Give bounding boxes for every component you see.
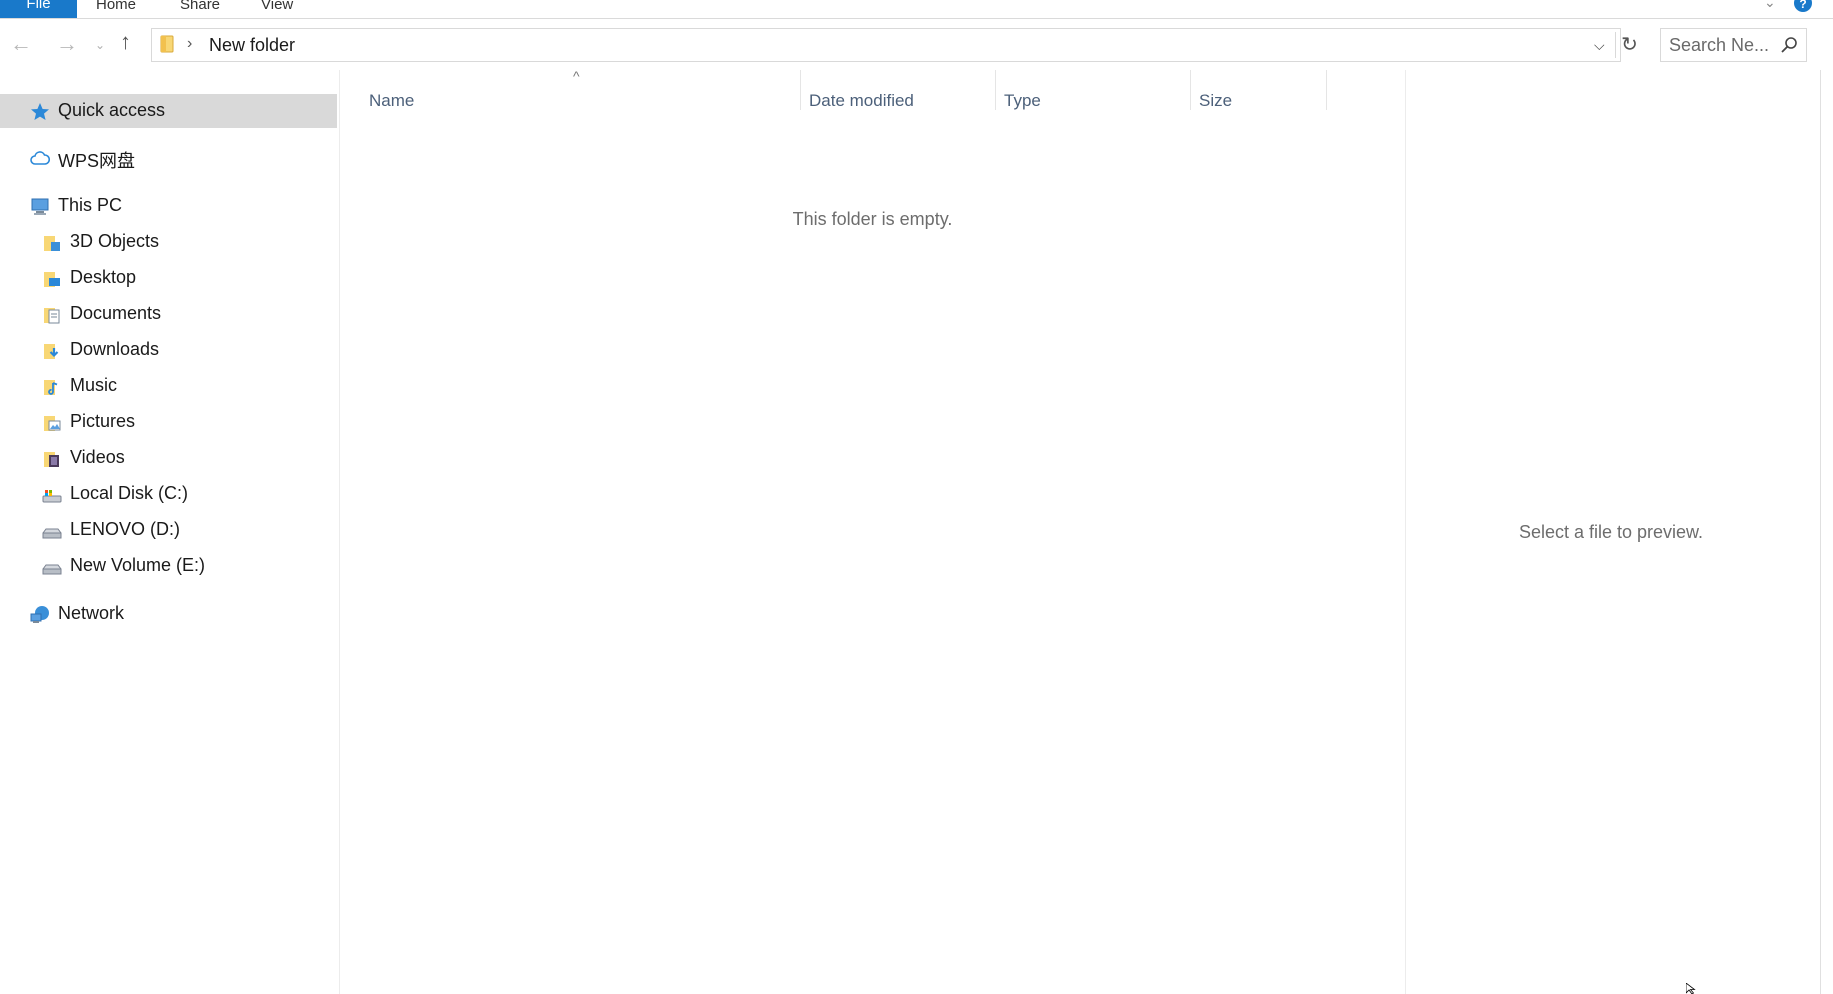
system-drive-icon [42,490,62,503]
sidebar-item-new-volume-e[interactable]: New Volume (E:) [0,549,337,583]
search-input[interactable] [1669,33,1777,57]
sidebar-item-quick-access[interactable]: Quick access [0,94,337,128]
refresh-icon[interactable]: ↻ [1615,32,1643,58]
sidebar-item-network[interactable]: Network [0,597,337,631]
column-header-size[interactable]: Size [1191,80,1326,112]
column-header-label: Name [369,91,415,110]
network-icon [30,606,49,623]
breadcrumb-chevron-icon[interactable]: › [187,35,192,53]
tab-share[interactable]: Share [180,0,220,18]
sidebar-item-local-disk-c[interactable]: Local Disk (C:) [0,477,337,511]
sidebar-item-desktop[interactable]: Desktop [0,261,337,295]
preview-pane: Select a file to preview. [1406,70,1816,994]
mouse-cursor-icon [1686,983,1696,994]
sidebar-item-label: 3D Objects [70,231,160,251]
cloud-icon [30,151,50,165]
column-separator[interactable] [1326,70,1327,110]
ribbon-expand-chevron-icon[interactable]: ⌄ [1764,0,1776,11]
3d-objects-folder-icon [44,236,60,251]
sidebar-item-label: Downloads [70,339,160,359]
music-folder-icon [44,380,58,395]
sidebar-item-videos[interactable]: Videos [0,441,337,475]
breadcrumb-current-folder[interactable]: New folder [209,35,295,56]
address-dropdown-chevron-icon[interactable]: ⌵ [1594,37,1605,54]
tab-file[interactable]: File [0,0,77,18]
sidebar-item-label: Local Disk (C:) [70,483,189,503]
up-arrow-icon[interactable]: ↑ [120,31,131,53]
sidebar-item-label: Network [58,603,125,623]
sidebar-item-this-pc[interactable]: This PC [0,189,337,223]
file-list-pane: ^ Name Date modified Type Size This fold… [340,68,1405,994]
address-bar[interactable]: › New folder ⌵ ↻ [151,28,1638,62]
back-arrow-icon[interactable]: ← [10,33,32,55]
sidebar-item-wps-cloud[interactable]: WPS网盘 [0,141,337,175]
sidebar-item-music[interactable]: Music [0,369,337,403]
sidebar-item-label: New Volume (E:) [70,555,206,575]
ribbon-tab-bar: File Home Share View ⌄ ? [0,0,1833,19]
column-header-date-modified[interactable]: Date modified [801,80,995,112]
sidebar-item-3d-objects[interactable]: 3D Objects [0,225,337,259]
sidebar-item-label: Desktop [70,267,137,287]
navigation-bar: ← → ⌄ ↑ › New folder ⌵ ↻ [0,19,1833,70]
computer-icon [31,198,49,215]
navigation-pane: Quick access WPS网盘 This PC 3D Objects De… [0,70,337,994]
sidebar-item-label: Videos [70,447,125,467]
column-header-type[interactable]: Type [996,80,1190,112]
recent-locations-chevron-icon[interactable]: ⌄ [95,34,105,56]
tab-home[interactable]: Home [96,0,136,18]
column-header-name[interactable]: Name [340,80,800,112]
search-box[interactable] [1660,28,1807,62]
sidebar-item-label: LENOVO (D:) [70,519,181,539]
window-edge [1820,70,1821,994]
column-header-label: Size [1199,91,1233,110]
column-header-label: Date modified [809,91,914,110]
sidebar-item-label: Pictures [70,411,136,431]
column-header-label: Type [1004,91,1041,110]
sidebar-item-downloads[interactable]: Downloads [0,333,337,367]
desktop-folder-icon [44,272,60,287]
forward-arrow-icon[interactable]: → [56,33,78,55]
empty-folder-message: This folder is empty. [792,209,953,229]
sidebar-item-label: Music [70,375,118,395]
tab-view[interactable]: View [261,0,293,18]
help-icon[interactable]: ? [1794,0,1812,12]
search-icon[interactable] [1778,34,1800,56]
folder-icon [160,35,174,53]
sidebar-item-label: Quick access [58,100,166,120]
sidebar-item-label: This PC [58,195,123,215]
sidebar-item-pictures[interactable]: Pictures [0,405,337,439]
documents-folder-icon [44,308,60,324]
pictures-folder-icon [44,416,61,431]
sidebar-item-label: Documents [70,303,162,323]
sidebar-item-documents[interactable]: Documents [0,297,337,331]
videos-folder-icon [44,452,59,467]
sidebar-item-lenovo-d[interactable]: LENOVO (D:) [0,513,337,547]
star-icon [31,103,49,120]
drive-icon [42,528,62,539]
drive-icon [42,564,62,575]
sidebar-item-label: WPS网盘 [58,151,136,171]
preview-placeholder-message: Select a file to preview. [1518,522,1704,542]
downloads-folder-icon [44,344,59,359]
